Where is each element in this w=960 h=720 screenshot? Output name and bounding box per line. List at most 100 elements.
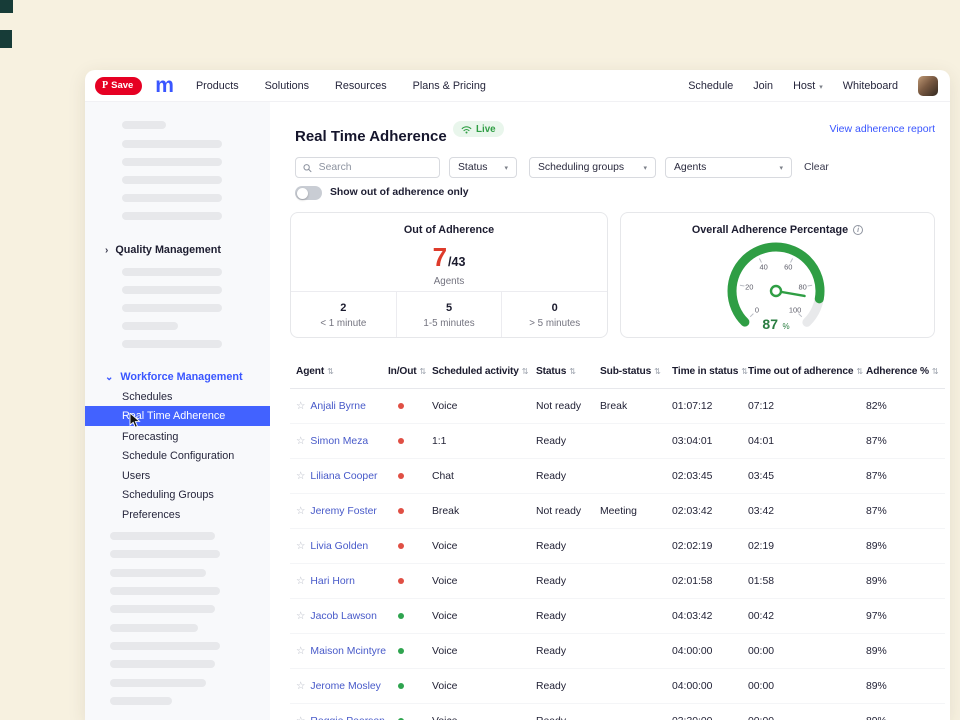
table-row[interactable]: ☆ Hari Horn Voice Ready 02:01:58 01:58 8… (290, 564, 945, 599)
table-row[interactable]: ☆ Livia Golden Voice Ready 02:02:19 02:1… (290, 529, 945, 564)
inout-cell (386, 541, 430, 552)
star-icon[interactable]: ☆ (296, 505, 305, 517)
table-row[interactable]: ☆ Maison Mcintyre Voice Ready 04:00:00 0… (290, 634, 945, 669)
table-row[interactable]: ☆ Reggie Pearson Voice Ready 03:30:00 00… (290, 704, 945, 720)
table-row[interactable]: ☆ Jeremy Foster Break Not ready Meeting … (290, 494, 945, 529)
sort-icon[interactable]: ⇅ (327, 367, 334, 376)
view-adherence-report-link[interactable]: View adherence report (830, 123, 935, 135)
star-icon[interactable]: ☆ (296, 470, 305, 482)
sort-icon[interactable]: ⇅ (856, 367, 863, 376)
nav-item-products[interactable]: Products (196, 80, 239, 92)
cell-adherence: 82% (864, 401, 945, 412)
agent-name[interactable]: Reggie Pearson (310, 716, 385, 720)
col-header-time-out-of-adherence[interactable]: Time out of adherence⇅ (746, 366, 864, 377)
agent-name[interactable]: Maison Mcintyre (310, 646, 386, 657)
table-row[interactable]: ☆ Jerome Mosley Voice Ready 04:00:00 00:… (290, 669, 945, 704)
agent-name[interactable]: Hari Horn (310, 576, 354, 587)
nav-item-schedule[interactable]: Schedule (688, 80, 733, 92)
nav-item-host[interactable]: Host▾ (793, 80, 823, 92)
brand-logo[interactable]: m (155, 77, 174, 95)
nav-item-join[interactable]: Join (753, 80, 773, 92)
overall-adherence-card: Overall Adherence Percentage i 020406080… (620, 212, 935, 338)
cell-status: Not ready (534, 506, 598, 517)
agent-name[interactable]: Jerome Mosley (310, 681, 380, 692)
sidebar-item-real-time-adherence[interactable]: Real Time Adherence (85, 406, 270, 426)
agent-name[interactable]: Livia Golden (310, 541, 368, 552)
sort-icon[interactable]: ⇅ (569, 367, 576, 376)
star-icon[interactable]: ☆ (296, 435, 305, 447)
sidebar-item-quality-management[interactable]: › Quality Management (105, 244, 221, 256)
star-icon[interactable]: ☆ (296, 400, 305, 412)
skeleton-bar (122, 140, 222, 148)
breakdown-1-5min: 5 1-5 minutes (396, 292, 502, 337)
cell-adherence: 89% (864, 576, 945, 587)
cell-time-in-status: 04:03:42 (670, 611, 746, 622)
skeleton-bar (122, 268, 222, 276)
skeleton-bar (122, 286, 222, 294)
sidebar-item-users[interactable]: Users (122, 466, 150, 486)
agent-name[interactable]: Anjali Byrne (310, 401, 365, 412)
sort-icon[interactable]: ⇅ (932, 367, 939, 376)
table-row[interactable]: ☆ Liliana Cooper Chat Ready 02:03:45 03:… (290, 459, 945, 494)
skeleton-bar (122, 121, 166, 129)
col-header-adherence[interactable]: Adherence %⇅ (864, 366, 945, 377)
pinterest-save-button[interactable]: P Save (95, 77, 142, 95)
agents-dropdown[interactable]: Agents ▾ (665, 157, 792, 178)
table-row[interactable]: ☆ Simon Meza 1:1 Ready 03:04:01 04:01 87… (290, 424, 945, 459)
main-content: Real Time Adherence Live View adherence … (270, 102, 950, 720)
sidebar-item-schedule-configuration[interactable]: Schedule Configuration (122, 446, 234, 466)
col-header-substatus[interactable]: Sub-status⇅ (598, 366, 670, 377)
live-badge: Live (453, 121, 504, 137)
nav-item-plans-pricing[interactable]: Plans & Pricing (413, 80, 486, 92)
sort-icon[interactable]: ⇅ (654, 367, 661, 376)
star-icon[interactable]: ☆ (296, 645, 305, 657)
star-icon[interactable]: ☆ (296, 715, 305, 720)
nav-item-resources[interactable]: Resources (335, 80, 387, 92)
sidebar-item-preferences[interactable]: Preferences (122, 505, 180, 525)
cell-time-in-status: 02:03:42 (670, 506, 746, 517)
cell-time-out: 04:01 (746, 436, 864, 447)
nav-item-solutions[interactable]: Solutions (265, 80, 309, 92)
sort-icon[interactable]: ⇅ (522, 367, 529, 376)
nav-item-whiteboard[interactable]: Whiteboard (843, 80, 898, 92)
agent-name[interactable]: Liliana Cooper (310, 471, 377, 482)
avatar[interactable] (918, 76, 938, 96)
svg-text:60: 60 (784, 263, 792, 272)
star-icon[interactable]: ☆ (296, 610, 305, 622)
cell-status: Ready (534, 646, 598, 657)
scheduling-groups-dropdown[interactable]: Scheduling groups ▾ (529, 157, 656, 178)
cell-status: Ready (534, 716, 598, 720)
star-icon[interactable]: ☆ (296, 540, 305, 552)
col-header-agent[interactable]: Agent⇅ (290, 366, 386, 377)
chevron-down-icon: ⌄ (105, 372, 113, 383)
sidebar-item-scheduling-groups[interactable]: Scheduling Groups (122, 485, 214, 505)
clear-filters-button[interactable]: Clear (804, 162, 829, 173)
search-box[interactable] (295, 157, 440, 178)
cell-activity: Break (430, 506, 534, 517)
star-icon[interactable]: ☆ (296, 575, 305, 587)
status-dropdown[interactable]: Status ▾ (449, 157, 517, 178)
col-header-scheduled-activity[interactable]: Scheduled activity⇅ (430, 366, 534, 377)
col-header-inout[interactable]: In/Out⇅ (386, 366, 430, 377)
table-row[interactable]: ☆ Jacob Lawson Voice Ready 04:03:42 00:4… (290, 599, 945, 634)
star-icon[interactable]: ☆ (296, 680, 305, 692)
info-icon[interactable]: i (853, 225, 863, 235)
agent-name[interactable]: Simon Meza (310, 436, 368, 447)
agent-name[interactable]: Jeremy Foster (310, 506, 376, 517)
skeleton-bar (110, 550, 220, 558)
sidebar-item-workforce-management[interactable]: ⌄ Workforce Management (105, 371, 243, 383)
search-input[interactable] (317, 161, 432, 174)
col-header-status[interactable]: Status⇅ (534, 366, 598, 377)
agent-name[interactable]: Jacob Lawson (310, 611, 376, 622)
col-header-time-in-status[interactable]: Time in status⇅ (670, 366, 746, 377)
cell-status: Ready (534, 681, 598, 692)
cell-activity: Voice (430, 576, 534, 587)
agent-cell: ☆ Jerome Mosley (290, 680, 386, 692)
sidebar-item-forecasting[interactable]: Forecasting (122, 427, 178, 447)
out-of-adherence-toggle[interactable] (295, 186, 322, 200)
inout-cell (386, 716, 430, 720)
sort-icon[interactable]: ⇅ (420, 367, 427, 376)
cell-status: Ready (534, 576, 598, 587)
table-row[interactable]: ☆ Anjali Byrne Voice Not ready Break 01:… (290, 389, 945, 424)
sidebar-item-schedules[interactable]: Schedules (122, 387, 172, 407)
